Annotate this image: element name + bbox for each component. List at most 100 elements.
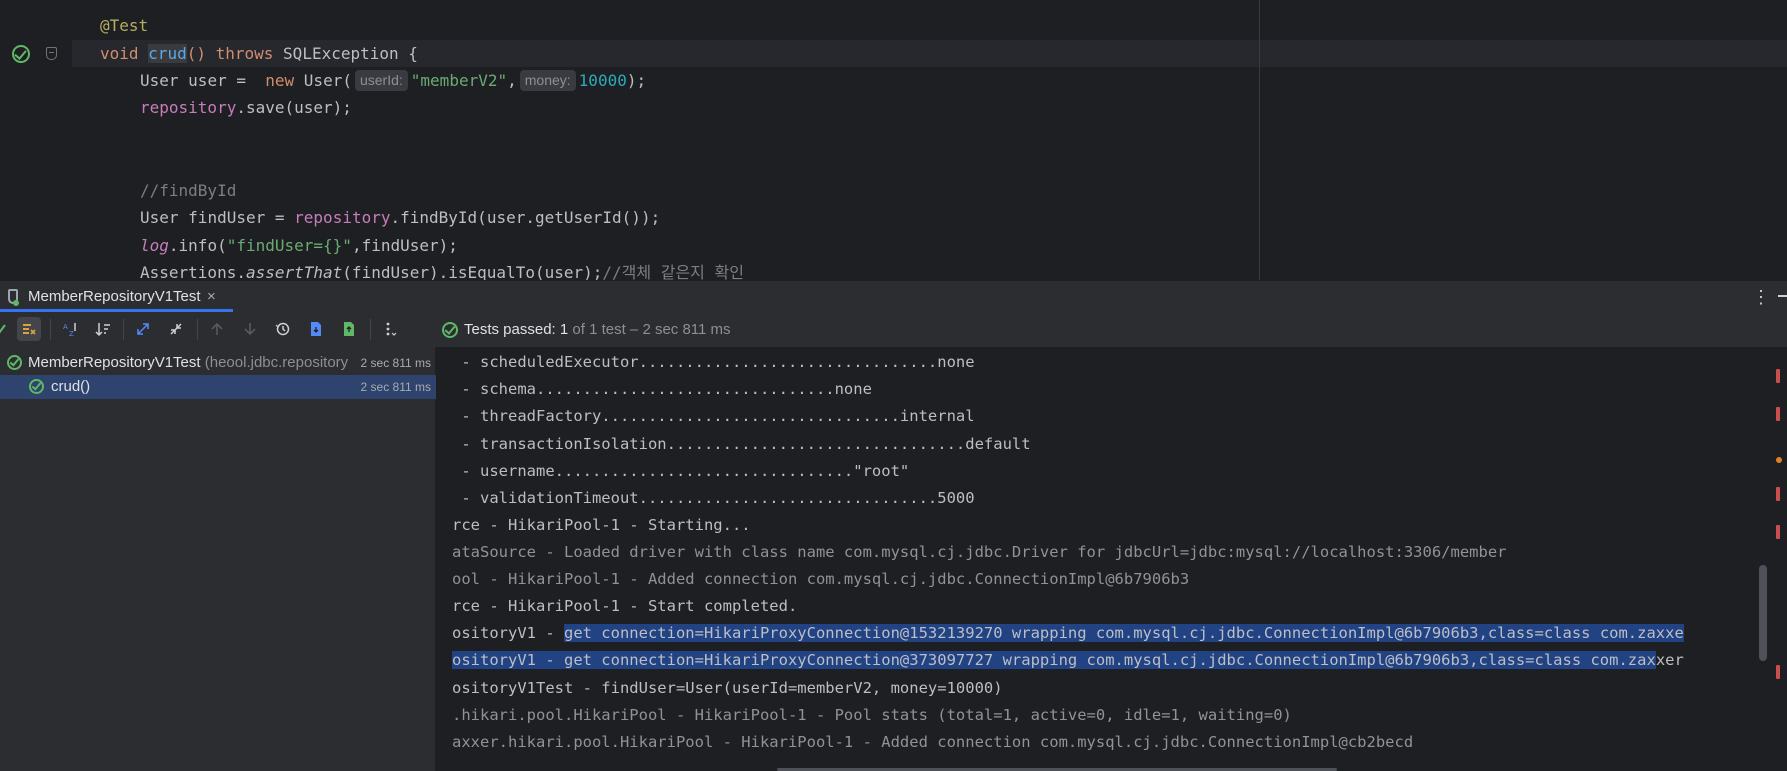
assign-op: = bbox=[274, 208, 285, 227]
method-name: crud bbox=[148, 44, 187, 63]
code-line-save: repository.save(user); bbox=[140, 94, 352, 121]
run-tool-window-header: MemberRepositoryV1Test × ⋮ bbox=[0, 280, 1787, 312]
save-call: .save(user); bbox=[236, 98, 352, 117]
exception-type: SQLException bbox=[283, 44, 399, 63]
more-toolbar-options-icon[interactable] bbox=[378, 317, 402, 341]
expand-all-icon[interactable] bbox=[131, 317, 155, 341]
code-line-method-signature: void crud() throws SQLException { bbox=[100, 40, 418, 67]
error-marker[interactable] bbox=[1776, 369, 1780, 383]
code-line-user-decl: User user = new User(userId: "memberV2", m… bbox=[140, 67, 646, 94]
field-repository: repository bbox=[294, 208, 391, 227]
toolbar-separator bbox=[123, 319, 124, 340]
error-marker[interactable] bbox=[1776, 487, 1780, 501]
collapse-all-icon[interactable] bbox=[164, 317, 188, 341]
tree-row-test-method[interactable]: crud() 2 sec 811 ms bbox=[0, 375, 436, 399]
selected-text: ositoryV1 - get connection=HikariProxyCo… bbox=[452, 651, 1656, 669]
log-string: "findUser={}" bbox=[226, 236, 352, 255]
toolbar-separator bbox=[197, 319, 198, 340]
log-line: - threadFactory.........................… bbox=[452, 407, 975, 425]
log-line: - validationTimeout.....................… bbox=[452, 489, 975, 507]
log-line: - username..............................… bbox=[452, 462, 910, 480]
tree-row-test-class[interactable]: MemberRepositoryV1Test (heool.jdbc.repos… bbox=[0, 351, 436, 375]
code-line-comment: //findById bbox=[140, 177, 236, 204]
run-test-passed-icon[interactable] bbox=[12, 45, 30, 63]
log-line: - scheduledExecutor.....................… bbox=[452, 353, 975, 371]
variable-name: findUser bbox=[188, 208, 266, 227]
test-method-name: crud() bbox=[51, 378, 91, 395]
test-package: (heool.jdbc.repository bbox=[200, 354, 349, 371]
open-brace: { bbox=[408, 44, 418, 63]
toolbar-separator bbox=[370, 319, 371, 340]
next-failed-test-icon[interactable] bbox=[238, 317, 262, 341]
test-tab-icon bbox=[8, 289, 19, 306]
assign-op: = bbox=[236, 71, 246, 90]
string-arg: "memberV2" bbox=[410, 71, 508, 90]
tree-label: MemberRepositoryV1Test (heool.jdbc.repos… bbox=[28, 351, 348, 375]
test-results-tree: MemberRepositoryV1Test (heool.jdbc.repos… bbox=[0, 347, 436, 771]
annotation-text: @Test bbox=[100, 16, 149, 35]
number-arg: 10000 bbox=[578, 71, 627, 90]
log-line: - transactionIsolation..................… bbox=[452, 435, 1031, 453]
previous-failed-test-icon[interactable] bbox=[205, 317, 229, 341]
sort-alphabetically-icon[interactable]: AZ bbox=[58, 317, 82, 341]
assertions-class: Assertions. bbox=[140, 263, 246, 280]
test-duration: 2 sec 811 ms bbox=[356, 351, 431, 375]
log-call: .info( bbox=[168, 236, 227, 255]
variable-name: user bbox=[188, 71, 227, 90]
status-count: 1 bbox=[559, 321, 569, 338]
param-hint-userid: userId: bbox=[354, 70, 408, 91]
type-name: User bbox=[140, 71, 179, 90]
test-history-icon[interactable] bbox=[271, 317, 295, 341]
export-tests-icon[interactable] bbox=[337, 317, 361, 341]
type-name: User bbox=[140, 208, 179, 227]
param-hint-money: money: bbox=[519, 70, 576, 91]
log-line: .hikari.pool.HikariPool - HikariPool-1 -… bbox=[452, 706, 1292, 724]
show-passed-icon[interactable] bbox=[0, 317, 12, 341]
keyword-void: void bbox=[100, 44, 139, 63]
assert-method: assertThat bbox=[245, 263, 343, 280]
constructor-call: User( bbox=[303, 71, 352, 90]
statement-end: ); bbox=[626, 71, 647, 90]
test-runner-toolbar: AZ Tests passed: 1 of 1 test – 2 sec 811… bbox=[0, 312, 1787, 347]
selected-text: get connection=HikariProxyConnection@153… bbox=[563, 624, 1684, 642]
field-log: log bbox=[140, 236, 169, 255]
minimize-icon[interactable] bbox=[1778, 295, 1787, 297]
log-line: ositoryV1Test - findUser=User(userId=mem… bbox=[452, 679, 1003, 697]
code-line-annotation: @Test bbox=[100, 12, 148, 39]
import-tests-icon[interactable] bbox=[304, 317, 328, 341]
test-class-name: MemberRepositoryV1Test bbox=[28, 354, 201, 371]
svg-text:A: A bbox=[63, 323, 68, 331]
console-output[interactable]: - scheduledExecutor.....................… bbox=[437, 347, 1787, 771]
field-repository: repository bbox=[140, 98, 237, 117]
status-detail: of 1 test – 2 sec 811 ms bbox=[568, 321, 731, 338]
fold-icon[interactable] bbox=[46, 47, 57, 60]
error-marker[interactable] bbox=[1776, 407, 1780, 421]
error-marker[interactable] bbox=[1776, 665, 1780, 679]
warning-marker[interactable] bbox=[1776, 457, 1782, 463]
log-line: - schema................................… bbox=[452, 380, 872, 398]
log-suffix: xer bbox=[1655, 651, 1684, 669]
test-passed-icon bbox=[7, 355, 22, 370]
vertical-scrollbar[interactable] bbox=[1759, 565, 1767, 661]
log-line-selected: ositoryV1 - get connection=HikariProxyCo… bbox=[452, 620, 1684, 647]
log-line: rce - HikariPool-1 - Start completed. bbox=[452, 597, 798, 615]
right-margin-guide bbox=[1259, 0, 1260, 280]
log-rest: ,findUser); bbox=[351, 236, 458, 255]
code-editor[interactable]: @Test void crud() throws SQLException { … bbox=[0, 0, 1787, 280]
svg-text:Z: Z bbox=[69, 330, 74, 337]
more-options-icon[interactable]: ⋮ bbox=[1752, 287, 1770, 307]
error-marker[interactable] bbox=[1776, 525, 1780, 539]
test-passed-icon bbox=[29, 379, 44, 394]
log-line: ool - HikariPool-1 - Added connection co… bbox=[452, 570, 1190, 588]
assert-rest: (findUser).isEqualTo(user); bbox=[342, 263, 603, 280]
sort-by-duration-icon[interactable] bbox=[91, 317, 115, 341]
tests-passed-icon bbox=[442, 322, 458, 338]
test-duration: 2 sec 811 ms bbox=[360, 380, 431, 394]
log-line-selected: ositoryV1 - get connection=HikariProxyCo… bbox=[452, 647, 1684, 674]
log-line: ataSource - Loaded driver with class nam… bbox=[452, 543, 1507, 561]
comment-findbyid: //findById bbox=[140, 181, 237, 200]
assert-comment: //객체 같은지 확인 bbox=[602, 263, 744, 280]
method-parens: () bbox=[186, 44, 206, 63]
show-ignored-icon[interactable] bbox=[17, 317, 41, 341]
code-line-log: log.info("findUser={}",findUser); bbox=[140, 232, 458, 259]
